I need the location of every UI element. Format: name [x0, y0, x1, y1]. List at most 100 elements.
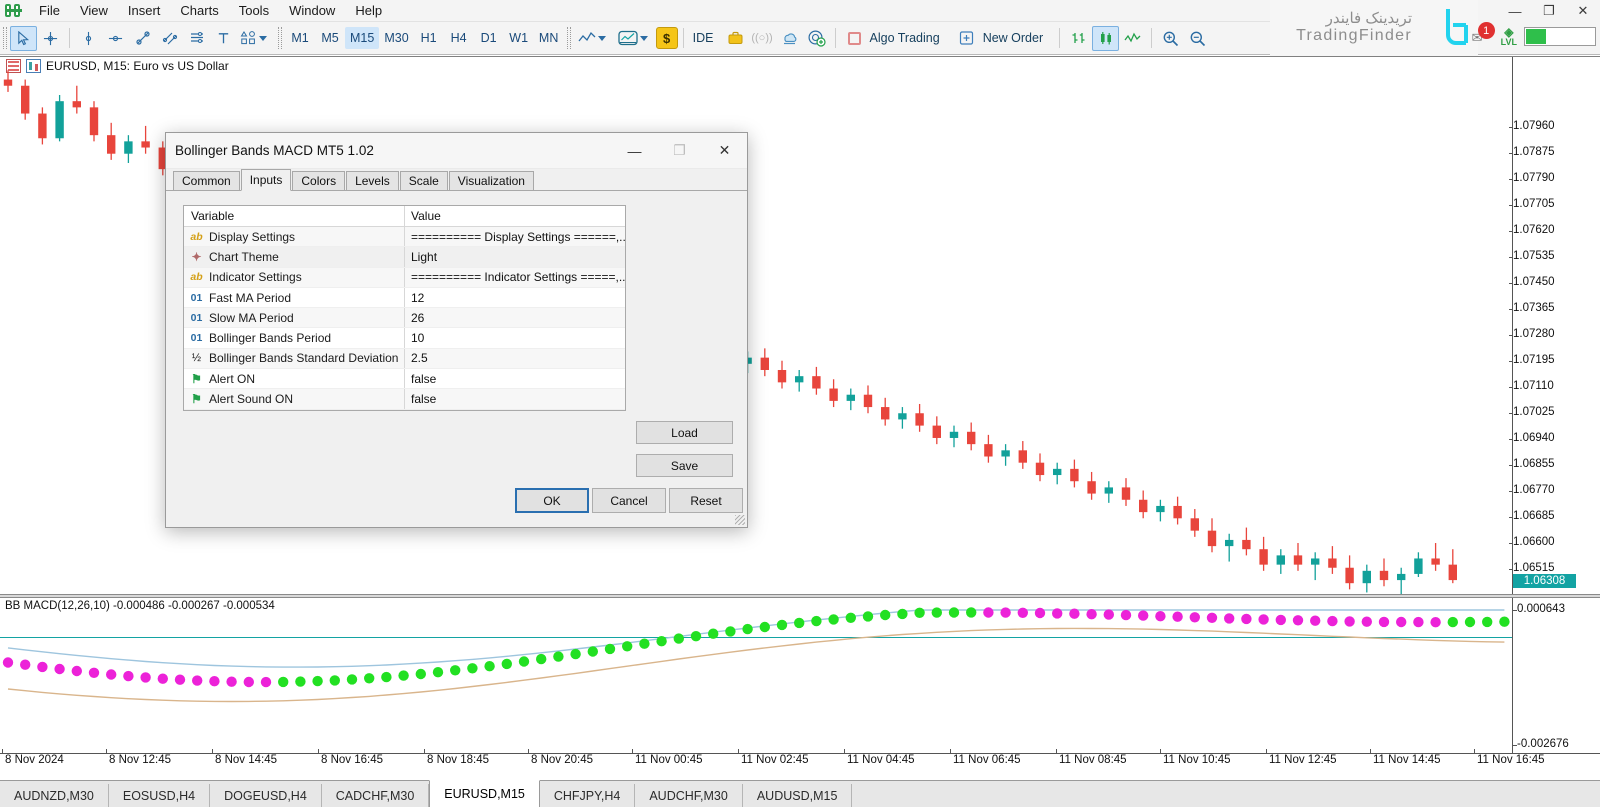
- menu-item-view[interactable]: View: [70, 1, 118, 20]
- input-value[interactable]: false: [405, 410, 625, 411]
- cursor-tool-button[interactable]: [10, 26, 37, 51]
- input-value[interactable]: 10: [405, 328, 625, 347]
- menu-item-window[interactable]: Window: [279, 1, 345, 20]
- close-button[interactable]: ✕: [1566, 0, 1600, 22]
- input-row[interactable]: 01Slow MA Period26: [184, 308, 625, 328]
- signal-button[interactable]: ((○)): [749, 26, 776, 51]
- chart-type-button[interactable]: [574, 25, 614, 52]
- tab-inputs[interactable]: Inputs: [241, 169, 292, 191]
- candlestick-chart-button[interactable]: [1092, 26, 1119, 51]
- tab-visualization[interactable]: Visualization: [449, 171, 534, 190]
- dialog-close-button[interactable]: ✕: [702, 134, 747, 168]
- timeframe-d1[interactable]: D1: [474, 27, 504, 49]
- input-value[interactable]: ========== Indicator Settings =====,...: [405, 268, 625, 287]
- equidistant-channel-tool-button[interactable]: [156, 26, 183, 51]
- chart-tab-eurusd-m15[interactable]: EURUSD,M15: [429, 780, 540, 807]
- crosshair-tool-button[interactable]: [37, 26, 64, 51]
- input-value[interactable]: 2.5: [405, 349, 625, 368]
- algo-trading-button[interactable]: Algo Trading: [841, 25, 951, 52]
- chart-tab-audusd-m15[interactable]: AUDUSD,M15: [743, 784, 853, 807]
- menu-item-file[interactable]: File: [29, 1, 70, 20]
- dialog-title-bar[interactable]: Bollinger Bands MACD MT5 1.02 — ❐ ✕: [166, 133, 747, 169]
- bar-chart-button[interactable]: [1065, 26, 1092, 51]
- dialog-maximize-button[interactable]: ❐: [657, 134, 702, 168]
- chart-tab-audchf-m30[interactable]: AUDCHF,M30: [635, 784, 743, 807]
- dialog-resize-grip[interactable]: [735, 515, 745, 525]
- shapes-dropdown-caret-icon[interactable]: [259, 36, 267, 41]
- input-row[interactable]: ½Bollinger Bands Standard Deviation2.5: [184, 349, 625, 369]
- zoom-in-button[interactable]: [1157, 26, 1184, 51]
- input-row[interactable]: ⚑Alert Sound ONfalse: [184, 389, 625, 409]
- timeframe-m1[interactable]: M1: [285, 27, 315, 49]
- menu-item-help[interactable]: Help: [345, 1, 392, 20]
- toolbar-grip[interactable]: [3, 27, 7, 49]
- tab-colors[interactable]: Colors: [292, 171, 345, 190]
- indicator-pane[interactable]: [0, 598, 1512, 753]
- reset-button[interactable]: Reset: [669, 488, 743, 513]
- inputs-grid[interactable]: Variable Value abDisplay Settings=======…: [183, 205, 626, 411]
- input-row[interactable]: abIndicator Settings========== Indicator…: [184, 268, 625, 288]
- time-axis[interactable]: 8 Nov 2024 8 Nov 12:45 8 Nov 14:45 8 Nov…: [0, 753, 1600, 771]
- input-value[interactable]: Light: [405, 247, 625, 266]
- horizontal-line-tool-button[interactable]: [102, 26, 129, 51]
- ide-button[interactable]: IDE: [689, 31, 722, 45]
- tab-levels[interactable]: Levels: [346, 171, 399, 190]
- chart-tab-cadchf-m30[interactable]: CADCHF,M30: [322, 784, 430, 807]
- chart-tab-chfjpy-h4[interactable]: CHFJPY,H4: [540, 784, 635, 807]
- input-row[interactable]: abDisplay Settings========== Display Set…: [184, 227, 625, 247]
- save-button[interactable]: Save: [636, 454, 733, 477]
- ok-button[interactable]: OK: [515, 488, 589, 513]
- indicator-axis[interactable]: 0.000643 -0.002676: [1512, 598, 1600, 753]
- minimize-button[interactable]: —: [1498, 0, 1532, 22]
- input-row[interactable]: ✦Chart ThemeLight: [184, 247, 625, 267]
- new-order-button[interactable]: New Order: [951, 25, 1054, 52]
- zoom-out-button[interactable]: [1184, 26, 1211, 51]
- input-value[interactable]: ========== Display Settings ======,...: [405, 227, 625, 246]
- tab-scale[interactable]: Scale: [400, 171, 448, 190]
- shapes-tool-button[interactable]: [237, 25, 275, 52]
- load-button[interactable]: Load: [636, 421, 733, 444]
- dollar-button[interactable]: $: [656, 27, 678, 49]
- toolbar-grip-2[interactable]: [278, 27, 282, 49]
- timeframe-m30[interactable]: M30: [379, 27, 413, 49]
- chart-tab-eosusd-h4[interactable]: EOSUSD,H4: [109, 784, 210, 807]
- vertical-line-tool-button[interactable]: [75, 26, 102, 51]
- menu-item-tools[interactable]: Tools: [229, 1, 279, 20]
- input-value[interactable]: 12: [405, 288, 625, 307]
- cancel-button[interactable]: Cancel: [592, 488, 666, 513]
- timeframe-h4[interactable]: H4: [444, 27, 474, 49]
- menu-item-charts[interactable]: Charts: [170, 1, 228, 20]
- fibonacci-tool-button[interactable]: [183, 26, 210, 51]
- input-row[interactable]: 01Fast MA Period12: [184, 288, 625, 308]
- input-row[interactable]: ⚑Alert ONfalse: [184, 369, 625, 389]
- chart-type-caret-icon[interactable]: [598, 36, 606, 41]
- price-tick: 1.06600: [1513, 536, 1555, 548]
- dialog-minimize-button[interactable]: —: [612, 134, 657, 168]
- timeframe-w1[interactable]: W1: [504, 27, 534, 49]
- input-value[interactable]: false: [405, 369, 625, 388]
- input-row[interactable]: 01Bollinger Bands Period10: [184, 328, 625, 348]
- timeframe-m5[interactable]: M5: [315, 27, 345, 49]
- cloud-button[interactable]: [776, 26, 803, 51]
- templates-caret-icon[interactable]: [640, 36, 648, 41]
- tab-common[interactable]: Common: [173, 171, 240, 190]
- templates-button[interactable]: [614, 25, 656, 52]
- timeframe-m15[interactable]: M15: [345, 27, 379, 49]
- text-tool-button[interactable]: [210, 26, 237, 51]
- timeframe-mn[interactable]: MN: [534, 27, 564, 49]
- line-chart-button[interactable]: [1119, 26, 1146, 51]
- input-value[interactable]: 26: [405, 308, 625, 327]
- trendline-tool-button[interactable]: [129, 26, 156, 51]
- notifications-button[interactable]: ✉ 1: [1470, 24, 1494, 48]
- briefcase-button[interactable]: [722, 26, 749, 51]
- toolbar-grip-3[interactable]: [567, 27, 571, 49]
- input-value[interactable]: false: [405, 389, 625, 408]
- maximize-button[interactable]: ❐: [1532, 0, 1566, 22]
- chart-tab-dogeusd-h4[interactable]: DOGEUSD,H4: [210, 784, 322, 807]
- price-axis[interactable]: 1.07960 1.07875 1.07790 1.07705 1.07620 …: [1512, 57, 1600, 594]
- market-button[interactable]: [803, 26, 830, 51]
- input-row[interactable]: ⚑Alert Email ONfalse: [184, 410, 625, 411]
- timeframe-h1[interactable]: H1: [414, 27, 444, 49]
- menu-item-insert[interactable]: Insert: [118, 1, 171, 20]
- chart-tab-audnzd-m30[interactable]: AUDNZD,M30: [0, 784, 109, 807]
